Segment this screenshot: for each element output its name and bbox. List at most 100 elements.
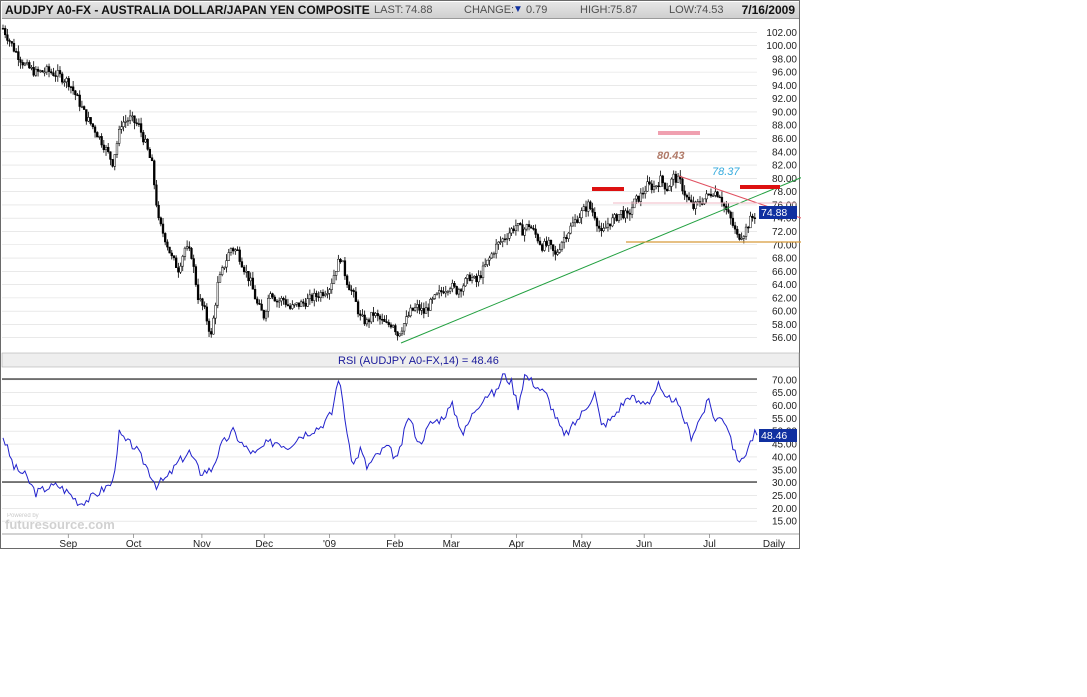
candle-body (109, 151, 112, 160)
candle-body (185, 246, 189, 249)
candle-body (422, 308, 425, 314)
candle-body (308, 294, 312, 299)
candle-body (611, 217, 614, 227)
candle-body (350, 289, 353, 292)
candle-body (608, 223, 612, 227)
candle-body (299, 301, 303, 307)
candle-body (19, 59, 22, 63)
candle-body (617, 214, 621, 221)
candle-body (672, 173, 675, 180)
candle-body (65, 78, 68, 83)
candle-body (58, 70, 62, 75)
candle-body (413, 307, 417, 311)
candle-body (562, 237, 566, 243)
candle-body (538, 240, 542, 245)
candle-body (313, 292, 316, 301)
candle-body (442, 291, 445, 294)
candle-body (17, 51, 20, 60)
candle-body (508, 232, 511, 239)
candle-body (87, 117, 90, 122)
candle-body (214, 304, 217, 319)
candle-body (479, 275, 482, 278)
month-label: Nov (193, 539, 211, 550)
candle-body (367, 319, 371, 323)
candle-body (595, 217, 599, 227)
candle-body (50, 71, 53, 74)
rsi-tick-label: 35.00 (772, 465, 797, 476)
candle-body (25, 62, 29, 65)
candle-body (262, 310, 265, 319)
candle-body (168, 246, 171, 254)
candle-body (492, 253, 496, 255)
candle-body (34, 68, 38, 76)
candle-body (464, 278, 467, 287)
candle-body (519, 223, 522, 225)
candle-body (188, 246, 191, 249)
candle-body (96, 132, 99, 138)
candle-body (93, 126, 97, 133)
candle-body (541, 244, 544, 251)
candle-body (133, 115, 136, 124)
price-tick-label: 62.00 (772, 293, 797, 304)
candle-body (372, 312, 375, 316)
candle-body (225, 260, 228, 268)
candle-body (433, 294, 436, 299)
candle-body (159, 217, 162, 225)
candle-body (733, 225, 737, 230)
candle-body (102, 144, 105, 150)
candle-body (435, 292, 439, 295)
candle-body (709, 193, 713, 197)
candle-body (740, 238, 743, 240)
candle-body (54, 75, 57, 77)
candle-body (335, 271, 338, 276)
candle-body (453, 283, 456, 287)
candle-body (118, 129, 121, 144)
candle-body (722, 202, 726, 207)
candle-body (416, 304, 419, 308)
candle-body (249, 277, 252, 282)
candle-body (374, 313, 377, 316)
candle-body (15, 51, 18, 53)
candle-body (21, 62, 24, 66)
candle-body (665, 188, 669, 191)
candle-body (389, 324, 393, 328)
candle-body (321, 292, 325, 296)
candle-body (747, 226, 750, 229)
chart-frame: AUDJPY A0-FX - AUSTRALIA DOLLAR/JAPAN YE… (0, 0, 801, 550)
candle-body (210, 331, 213, 335)
rsi-tick-label: 20.00 (772, 504, 797, 515)
candle-body (484, 264, 487, 267)
candle-body (392, 325, 395, 328)
candle-body (674, 173, 678, 183)
candle-body (398, 333, 401, 337)
candle-body (284, 299, 287, 305)
candle-body (534, 228, 537, 235)
candle-body (63, 81, 66, 84)
candle-body (170, 252, 173, 257)
candle-body (530, 226, 533, 229)
rsi-title: RSI (AUDJPY A0-FX,14) = 48.46 (338, 355, 499, 367)
candle-body (179, 265, 182, 273)
candle-body (354, 291, 358, 302)
candle-body (486, 259, 489, 265)
candle-body (584, 206, 588, 212)
annotation-80-43: 80.43 (657, 150, 685, 162)
candle-body (98, 136, 101, 138)
candle-body (661, 175, 664, 184)
candle-body (146, 139, 149, 150)
candle-body (727, 209, 730, 213)
candle-body (639, 192, 642, 202)
price-tick-label: 58.00 (772, 320, 797, 331)
price-tick-label: 94.00 (772, 81, 797, 92)
price-tick-label: 92.00 (772, 94, 797, 105)
period-label: Daily (763, 539, 785, 550)
candle-body (593, 212, 596, 219)
candle-body (39, 70, 42, 72)
candle-body (148, 149, 152, 158)
candle-body (236, 249, 239, 251)
candle-body (264, 311, 268, 319)
candle-body (420, 308, 423, 311)
candle-body (201, 298, 204, 306)
candle-body (646, 181, 649, 192)
candle-body (663, 182, 667, 190)
